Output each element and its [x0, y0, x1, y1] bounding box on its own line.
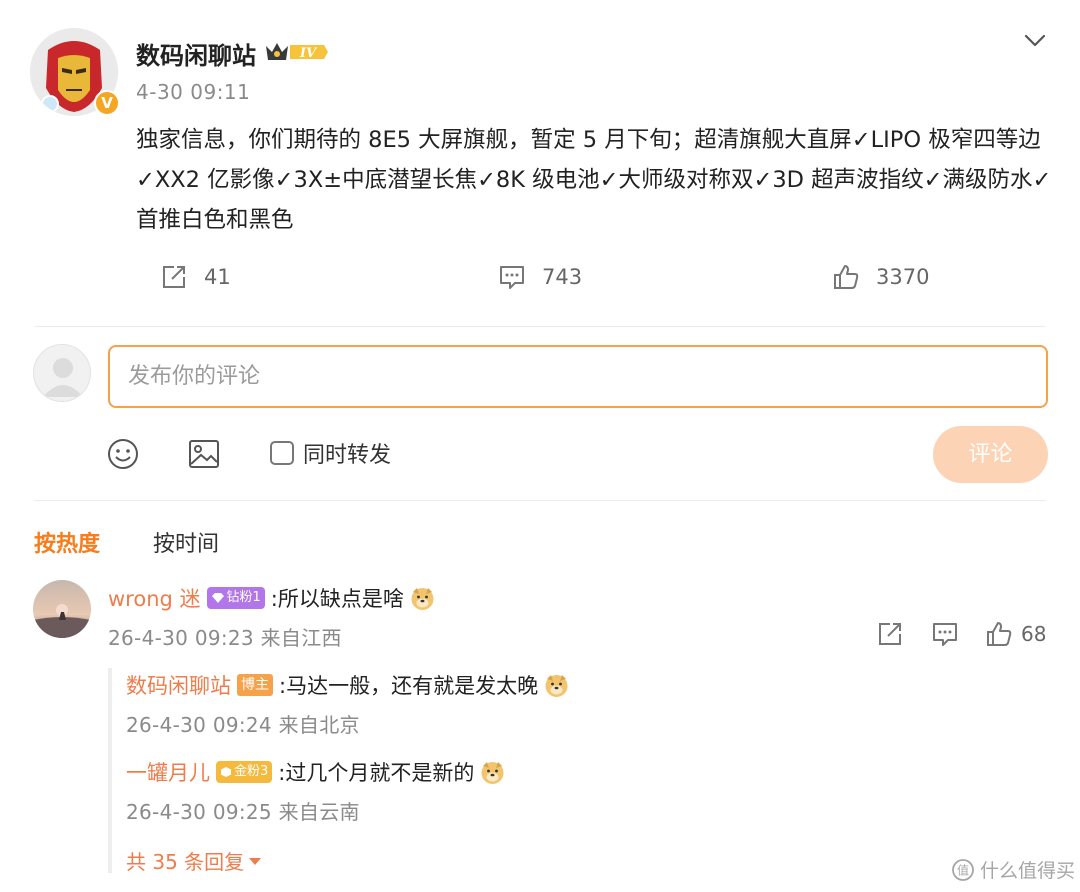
repost-button[interactable]: 41 — [160, 260, 231, 294]
host-badge: 博主 — [237, 674, 273, 696]
sort-by-time-tab[interactable]: 按时间 — [153, 526, 219, 558]
submit-comment-button[interactable]: 评论 — [933, 426, 1048, 483]
reply-author-name[interactable]: 一罐月儿 — [126, 757, 210, 787]
fan-badge-label: 钻粉1 — [226, 590, 261, 605]
image-icon[interactable] — [187, 437, 221, 471]
watermark: 值 什么值得买 — [952, 856, 1075, 883]
reply-text: :过几个月就不是新的 — [278, 761, 475, 785]
watermark-text: 什么值得买 — [980, 860, 1076, 882]
repost-checkbox-label[interactable]: 同时转发 — [303, 437, 391, 469]
caret-down-icon — [249, 857, 262, 865]
comment-icon — [933, 623, 957, 646]
commenter-name[interactable]: wrong 迷 — [108, 583, 201, 613]
reply-header: 一罐月儿 金粉3 :过几个月就不是新的 — [126, 757, 505, 787]
repost-icon — [163, 266, 185, 288]
gold-hexagon-icon — [221, 767, 231, 777]
comment-count: 743 — [542, 265, 583, 289]
like-icon — [834, 265, 859, 289]
author-name[interactable]: 数码闲聊站 — [136, 36, 256, 71]
chevron-down-icon[interactable] — [1020, 28, 1050, 52]
comment-repost-button[interactable] — [876, 620, 906, 650]
repost-icon — [879, 623, 901, 645]
smzdm-logo-icon: 值 — [952, 858, 974, 881]
crown-level-icon[interactable]: IV — [264, 40, 330, 64]
like-count: 3370 — [876, 265, 930, 289]
emoji-icon[interactable] — [106, 437, 140, 471]
comment-button[interactable]: 743 — [498, 260, 582, 294]
like-button[interactable]: 3370 — [832, 260, 929, 294]
repost-count: 41 — [204, 265, 231, 289]
fan-badge-label: 金粉3 — [234, 764, 269, 779]
comment-input[interactable] — [108, 345, 1048, 408]
comment-header: wrong 迷 钻粉1 :所以缺点是啥 — [108, 583, 435, 613]
reply-meta: 26-4-30 09:24 来自北京 — [126, 713, 360, 737]
fan-badge: 金粉3 — [216, 761, 273, 783]
doge-emoji-icon — [481, 761, 504, 784]
comment-reply-button[interactable] — [931, 620, 961, 650]
reply-author-name[interactable]: 数码闲聊站 — [126, 670, 231, 700]
more-replies-link[interactable]: 共 35 条回复 — [126, 846, 262, 875]
comment-text: :所以缺点是啥 — [270, 587, 404, 611]
reply-header: 数码闲聊站 博主 :马达一般，还有就是发太晚 — [126, 670, 569, 700]
my-avatar — [33, 344, 91, 402]
commenter-avatar[interactable] — [33, 580, 91, 638]
divider — [34, 326, 1046, 327]
diamond-icon — [211, 593, 224, 603]
doge-emoji-icon — [545, 674, 568, 697]
comment-like-button[interactable]: 68 — [985, 620, 1046, 648]
verified-v-icon: V — [94, 90, 120, 116]
post-time: 4-30 09:11 — [136, 80, 251, 104]
post-body: 独家信息，你们期待的 8E5 大屏旗舰，暂定 5 月下旬；超清旗舰大直屏✓LIP… — [136, 127, 1052, 233]
comment-like-count: 68 — [1021, 622, 1047, 646]
replies-rail — [108, 668, 112, 873]
reply-meta: 26-4-30 09:25 来自云南 — [126, 800, 360, 824]
doge-emoji-icon — [411, 587, 434, 610]
repost-checkbox[interactable] — [270, 441, 294, 465]
comment-meta: 26-4-30 09:23 来自江西 — [108, 626, 342, 650]
divider — [34, 500, 1046, 501]
svg-text:值: 值 — [957, 862, 969, 877]
fan-badge: 钻粉1 — [206, 587, 265, 609]
comment-icon — [500, 266, 524, 289]
level-text: IV — [299, 46, 318, 61]
sort-by-hot-tab[interactable]: 按热度 — [34, 526, 100, 558]
more-replies-label: 共 35 条回复 — [126, 850, 245, 874]
like-icon — [987, 622, 1012, 646]
reply-text: :马达一般，还有就是发太晚 — [279, 674, 539, 698]
